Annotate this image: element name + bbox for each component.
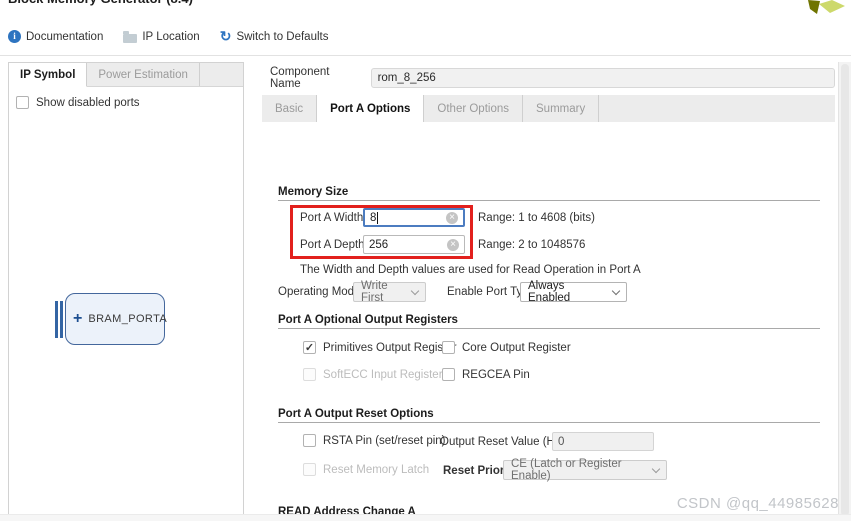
text-caret <box>377 211 379 224</box>
component-name-label: Component Name <box>270 66 330 90</box>
port-a-options-content: Memory Size Port A Width 8 × Range: 1 to… <box>262 122 835 521</box>
memory-size-heading: Memory Size <box>278 186 349 198</box>
ip-location-button[interactable]: IP Location <box>123 30 200 43</box>
port-a-width-range: Range: 1 to 4608 (bits) <box>478 212 595 224</box>
tab-power-estimation[interactable]: Power Estimation <box>87 63 200 86</box>
memory-size-rule <box>278 200 820 201</box>
show-disabled-ports-checkbox[interactable]: ✓ <box>16 96 29 109</box>
show-disabled-ports-row: ✓ Show disabled ports <box>16 96 140 109</box>
component-name-field[interactable]: rom_8_256 <box>370 68 835 88</box>
softecc-input-register-row: ✓ SoftECC Input Register <box>303 368 443 381</box>
options-tabbar: Basic Port A Options Other Options Summa… <box>262 95 835 122</box>
port-a-width-label: Port A Width <box>300 212 364 224</box>
primitives-output-register-checkbox[interactable]: ✓ <box>303 341 316 354</box>
clear-icon[interactable]: × <box>447 238 459 251</box>
regcea-pin-checkbox[interactable]: ✓ <box>442 368 455 381</box>
switch-to-defaults-label: Switch to Defaults <box>236 30 329 43</box>
clear-icon[interactable]: × <box>446 211 458 224</box>
toolbar: i Documentation IP Location ↻ Switch to … <box>8 28 329 44</box>
tab-other-options[interactable]: Other Options <box>424 95 523 122</box>
vertical-scrollbar[interactable] <box>838 62 851 521</box>
ip-location-label: IP Location <box>142 30 200 43</box>
port-a-depth-range: Range: 2 to 1048576 <box>478 239 586 251</box>
operating-mode-label: Operating Mode <box>278 286 361 298</box>
expand-plus-icon[interactable]: + <box>73 310 82 328</box>
width-depth-note: The Width and Depth values are used for … <box>300 264 641 276</box>
component-name-row: Component Name rom_8_256 <box>270 66 835 90</box>
chevron-down-icon <box>611 286 621 295</box>
tab-port-a-options[interactable]: Port A Options <box>317 95 425 122</box>
regcea-pin-row: ✓ REGCEA Pin <box>442 368 530 381</box>
ip-symbol-panel: IP Symbol Power Estimation ✓ Show disabl… <box>8 62 244 521</box>
bram-porta-symbol[interactable]: + BRAM_PORTA <box>65 293 168 345</box>
flag-icon <box>805 0 847 25</box>
reset-memory-latch-checkbox: ✓ <box>303 463 316 476</box>
folder-icon <box>123 30 138 43</box>
chevron-down-icon <box>651 464 661 473</box>
watermark: CSDN @qq_44985628 <box>676 495 839 512</box>
operating-mode-select: Write First <box>353 280 426 304</box>
documentation-label: Documentation <box>26 30 104 43</box>
switch-to-defaults-button[interactable]: ↻ Switch to Defaults <box>219 28 329 44</box>
block-memory-generator-dialog: Block Memory Generator (8.4) i Documenta… <box>0 0 851 521</box>
output-registers-heading: Port A Optional Output Registers <box>278 314 458 326</box>
toolbar-divider <box>0 55 851 56</box>
output-reset-value-field: 0 <box>552 432 654 451</box>
enable-port-type-select[interactable]: Always Enabled <box>520 280 627 304</box>
configuration-panel: Component Name rom_8_256 Basic Port A Op… <box>262 62 835 521</box>
left-panel-tabbar: IP Symbol Power Estimation <box>9 63 243 87</box>
refresh-icon: ↻ <box>219 28 232 44</box>
show-disabled-ports-label: Show disabled ports <box>36 96 140 109</box>
output-registers-rule <box>278 328 820 329</box>
dialog-bottom-edge <box>0 514 851 521</box>
rsta-pin-row: ✓ RSTA Pin (set/reset pin) <box>303 434 446 447</box>
reset-options-rule <box>278 422 820 423</box>
port-a-width-input[interactable]: 8 × <box>363 208 465 227</box>
bram-port-pins <box>55 301 63 338</box>
reset-options-heading: Port A Output Reset Options <box>278 408 434 420</box>
window-title: Block Memory Generator (8.4) <box>8 0 328 9</box>
bram-porta-label: BRAM_PORTA <box>88 313 168 325</box>
core-output-register-row: ✓ Core Output Register <box>442 341 571 354</box>
softecc-input-register-checkbox: ✓ <box>303 368 316 381</box>
documentation-button[interactable]: i Documentation <box>8 30 103 43</box>
port-a-depth-label: Port A Depth <box>300 239 365 251</box>
rsta-pin-checkbox[interactable]: ✓ <box>303 434 316 447</box>
primitives-output-register-row: ✓ Primitives Output Register <box>303 341 457 354</box>
reset-memory-latch-row: ✓ Reset Memory Latch <box>303 463 429 476</box>
info-icon: i <box>8 30 21 43</box>
scrollbar-thumb[interactable] <box>841 64 849 516</box>
tab-basic[interactable]: Basic <box>262 95 318 122</box>
tab-summary[interactable]: Summary <box>523 95 600 122</box>
reset-priority-select: CE (Latch or Register Enable) <box>503 458 667 482</box>
core-output-register-checkbox[interactable]: ✓ <box>442 341 455 354</box>
tab-ip-symbol[interactable]: IP Symbol <box>9 63 88 87</box>
chevron-down-icon <box>410 286 420 295</box>
port-a-depth-input[interactable]: 256 × <box>363 235 465 254</box>
